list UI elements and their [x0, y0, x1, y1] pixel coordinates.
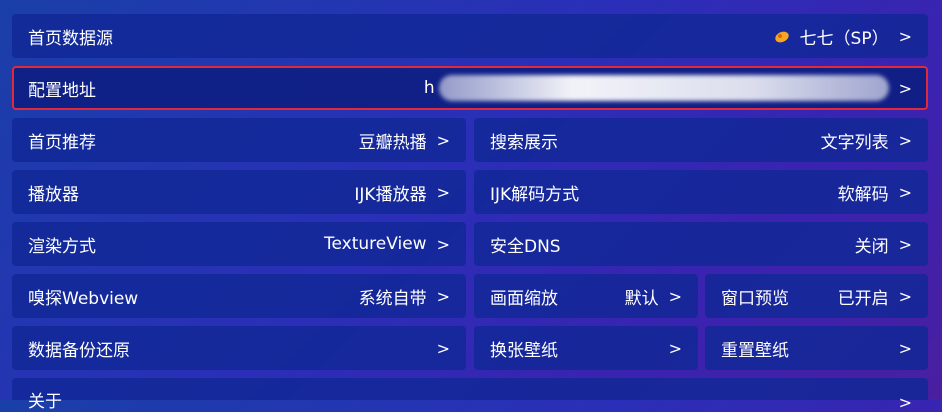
chevron-right-icon: >	[898, 234, 912, 254]
chevron-right-icon: >	[668, 286, 682, 306]
window-preview-label: 窗口预览	[721, 288, 789, 309]
ijk-decode-row[interactable]: IJK解码方式 软解码 >	[474, 170, 928, 214]
config-url-value: h	[423, 78, 435, 98]
ijk-decode-value: 软解码	[837, 184, 889, 205]
secure-dns-value: 关闭	[854, 236, 889, 257]
chevron-right-icon: >	[898, 286, 912, 306]
home-recommend-label: 首页推荐	[28, 132, 96, 153]
picture-scale-value: 默认	[624, 288, 659, 309]
player-label: 播放器	[28, 184, 79, 205]
config-url-row[interactable]: 配置地址 h >	[12, 66, 928, 110]
sniff-webview-label: 嗅探Webview	[28, 288, 139, 309]
change-wallpaper-row[interactable]: 换张壁纸 >	[474, 326, 698, 370]
chevron-right-icon: >	[668, 338, 682, 358]
change-wallpaper-label: 换张壁纸	[490, 340, 558, 361]
chevron-right-icon: >	[436, 130, 450, 150]
backup-restore-label: 数据备份还原	[28, 340, 130, 361]
sniff-webview-row[interactable]: 嗅探Webview 系统自带 >	[12, 274, 466, 318]
secure-dns-row[interactable]: 安全DNS 关闭 >	[474, 222, 928, 266]
window-preview-row[interactable]: 窗口预览 已开启 >	[705, 274, 928, 318]
home-recommend-row[interactable]: 首页推荐 豆瓣热播 >	[12, 118, 466, 162]
reset-wallpaper-row[interactable]: 重置壁纸 >	[705, 326, 928, 370]
reset-wallpaper-label: 重置壁纸	[721, 340, 789, 361]
home-data-source-value: 七七（SP）	[799, 28, 889, 49]
player-row[interactable]: 播放器 IJK播放器 >	[12, 170, 466, 214]
secure-dns-label: 安全DNS	[490, 236, 561, 257]
chevron-right-icon: >	[436, 286, 450, 306]
sniff-webview-value: 系统自带	[358, 288, 427, 309]
orange-leaf-icon	[774, 29, 790, 43]
render-mode-value: TextureView	[324, 234, 427, 254]
chevron-right-icon: >	[898, 182, 912, 202]
render-mode-label: 渲染方式	[28, 236, 96, 257]
search-display-value: 文字列表	[820, 132, 889, 153]
search-display-row[interactable]: 搜索展示 文字列表 >	[474, 118, 928, 162]
chevron-right-icon: >	[898, 78, 912, 98]
chevron-right-icon: >	[436, 182, 450, 202]
chevron-right-icon: >	[898, 393, 912, 412]
picture-scale-row[interactable]: 画面缩放 默认 >	[474, 274, 698, 318]
chevron-right-icon: >	[436, 338, 450, 358]
player-value: IJK播放器	[354, 184, 427, 205]
picture-scale-label: 画面缩放	[490, 288, 558, 309]
chevron-right-icon: >	[898, 26, 912, 46]
chevron-right-icon: >	[436, 234, 450, 254]
home-data-source-label: 首页数据源	[28, 28, 113, 49]
chevron-right-icon: >	[898, 130, 912, 150]
window-preview-value: 已开启	[837, 288, 889, 309]
ijk-decode-label: IJK解码方式	[490, 184, 580, 205]
home-recommend-value: 豆瓣热播	[358, 132, 427, 153]
search-display-label: 搜索展示	[490, 132, 558, 153]
backup-restore-row[interactable]: 数据备份还原 >	[12, 326, 466, 370]
about-row[interactable]: 关于 >	[12, 378, 928, 412]
config-url-label: 配置地址	[28, 80, 96, 101]
render-mode-row[interactable]: 渲染方式 TextureView >	[12, 222, 466, 266]
redaction-scribble	[438, 75, 889, 101]
chevron-right-icon: >	[898, 338, 912, 358]
home-data-source-row[interactable]: 首页数据源 七七（SP） >	[12, 14, 928, 58]
